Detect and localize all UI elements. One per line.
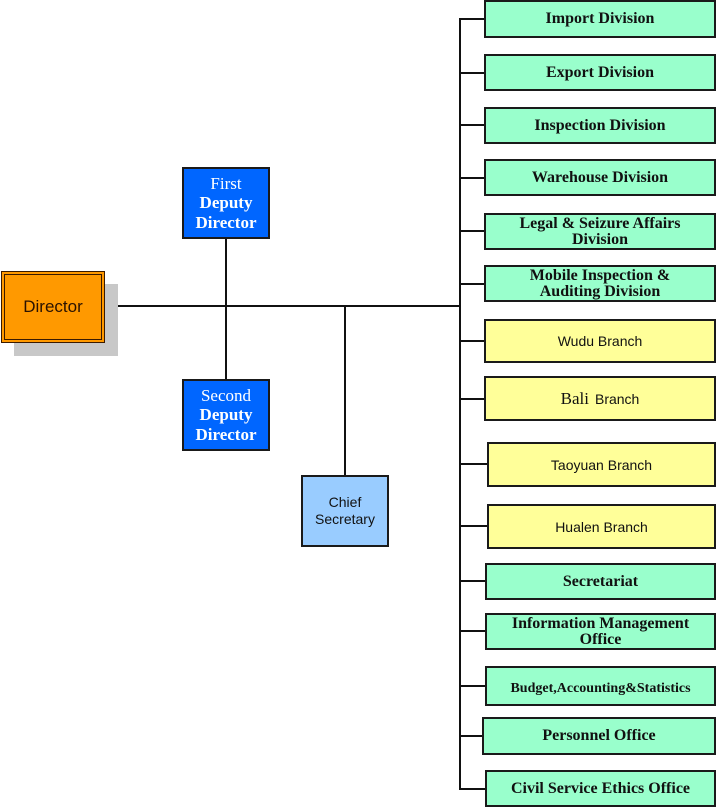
- unit-label-part2: Branch: [594, 390, 640, 407]
- unit-branch-line: [459, 177, 485, 179]
- unit-inspection-division[interactable]: Inspection Division: [484, 107, 716, 144]
- chief-secretary-line2: Secretary: [315, 511, 375, 527]
- unit-information-management-office[interactable]: Information Management Office: [485, 613, 716, 650]
- first-deputy-line3: Director: [195, 212, 257, 232]
- unit-export-division[interactable]: Export Division: [484, 54, 716, 91]
- chief-secretary-box[interactable]: Chief Secretary: [301, 475, 389, 547]
- unit-legal-seizure-affairs-division[interactable]: Legal & Seizure Affairs Division: [484, 213, 716, 250]
- first-deputy-director-box[interactable]: First Deputy Director: [182, 167, 270, 239]
- unit-label-part1: Bali: [560, 389, 589, 408]
- unit-label: Information Management Office: [511, 614, 690, 648]
- unit-secretariat[interactable]: Secretariat: [485, 563, 716, 600]
- unit-branch-line: [459, 463, 488, 465]
- chief-secretary-line1: Chief: [328, 493, 362, 510]
- second-deputy-director-box[interactable]: Second Deputy Director: [182, 379, 270, 451]
- deputy-vertical-connector: [225, 238, 227, 380]
- unit-label: Hualen Branch: [555, 518, 648, 535]
- unit-label: Legal & Seizure Affairs Division: [519, 215, 681, 248]
- director-main-connector: [118, 305, 460, 307]
- unit-warehouse-division[interactable]: Warehouse Division: [484, 159, 716, 196]
- unit-branch-line: [459, 230, 485, 232]
- unit-branch-line: [459, 685, 486, 687]
- unit-label: Budget,Accounting&Statistics: [510, 681, 691, 696]
- director-box[interactable]: Director: [1, 271, 105, 343]
- unit-branch-line: [459, 735, 484, 737]
- unit-label: Warehouse Division: [531, 168, 669, 186]
- unit-hualen-branch[interactable]: Hualen Branch: [487, 504, 716, 549]
- unit-branch-line: [459, 788, 486, 790]
- unit-branch-line: [459, 525, 488, 527]
- first-deputy-line2: Deputy: [199, 193, 253, 213]
- unit-taoyuan-branch[interactable]: Taoyuan Branch: [487, 442, 716, 487]
- unit-branch-line: [459, 72, 485, 74]
- unit-branch-line: [459, 124, 485, 126]
- unit-branch-line: [459, 340, 485, 342]
- unit-label: Export Division: [545, 63, 654, 81]
- chief-secretary-connector: [344, 306, 346, 476]
- unit-personnel-office[interactable]: Personnel Office: [482, 717, 716, 755]
- second-deputy-line2: Deputy: [199, 405, 253, 425]
- second-deputy-line3: Director: [195, 424, 257, 444]
- unit-branch-line: [459, 283, 485, 285]
- unit-civil-service-ethics-office[interactable]: Civil Service Ethics Office: [485, 770, 716, 807]
- unit-mobile-inspection-auditing-division[interactable]: Mobile Inspection & Auditing Division: [484, 265, 716, 302]
- second-deputy-line1: Second: [200, 386, 252, 406]
- unit-label: Personnel Office: [542, 727, 656, 744]
- unit-label: Taoyuan Branch: [550, 456, 653, 473]
- unit-wudu-branch[interactable]: Wudu Branch: [484, 319, 716, 363]
- unit-label: Wudu Branch: [557, 333, 643, 349]
- unit-label: Import Division: [545, 10, 655, 27]
- unit-label: Inspection Division: [534, 116, 666, 134]
- unit-label: Civil Service Ethics Office: [510, 779, 691, 797]
- unit-branch-line: [459, 398, 485, 400]
- first-deputy-line1: First: [210, 174, 242, 194]
- unit-budget-accounting-statistics[interactable]: Budget,Accounting&Statistics: [485, 666, 716, 706]
- unit-label: Mobile Inspection & Auditing Division: [529, 267, 671, 300]
- unit-branch-line: [459, 18, 485, 20]
- unit-branch-line: [459, 630, 486, 632]
- unit-branch-line: [459, 580, 486, 582]
- unit-label: Secretariat: [562, 572, 639, 590]
- unit-bali-branch[interactable]: Bali Branch: [484, 376, 716, 421]
- director-label: Director: [23, 297, 83, 316]
- units-trunk-line: [459, 18, 461, 790]
- unit-import-division[interactable]: Import Division: [484, 0, 716, 38]
